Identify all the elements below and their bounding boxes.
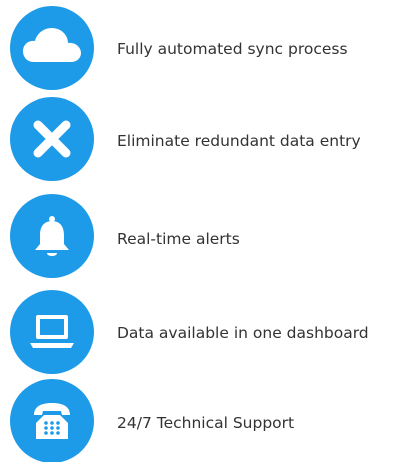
feature-label: Real-time alerts [117, 230, 240, 248]
close-x-icon [10, 97, 94, 181]
feature-item-dashboard: Data available in one dashboard [10, 285, 415, 374]
feature-label: 24/7 Technical Support [117, 414, 295, 432]
feature-label: Data available in one dashboard [117, 324, 369, 342]
bell-icon [10, 194, 94, 278]
feature-item-support: 24/7 Technical Support [10, 378, 415, 462]
feature-item-sync: Fully automated sync process [10, 0, 415, 90]
laptop-icon [10, 290, 94, 374]
feature-label: Eliminate redundant data entry [117, 132, 361, 150]
cloud-icon [10, 6, 94, 90]
feature-label: Fully automated sync process [117, 40, 348, 58]
telephone-icon [10, 379, 94, 462]
feature-item-alerts: Real-time alerts [10, 190, 415, 278]
feature-item-redundant-entry: Eliminate redundant data entry [10, 94, 415, 181]
